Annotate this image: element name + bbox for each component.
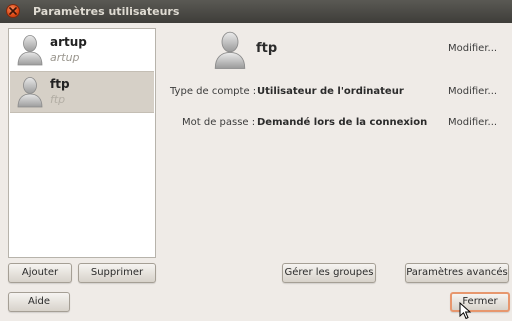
add-user-button[interactable]: Ajouter: [8, 263, 72, 283]
modify-account-type-link[interactable]: Modifier...: [448, 86, 497, 97]
window-title: Paramètres utilisateurs: [33, 5, 180, 18]
account-type-label: Type de compte :: [170, 86, 257, 97]
password-value: Demandé lors de la connexion: [257, 117, 428, 128]
delete-user-button[interactable]: Supprimer: [78, 263, 156, 283]
user-avatar-icon: [17, 77, 43, 108]
user-avatar-icon: [214, 31, 246, 69]
selected-user-name: ftp: [256, 41, 278, 56]
account-type-value: Utilisateur de l'ordinateur: [257, 86, 404, 97]
close-window-button[interactable]: [6, 4, 20, 18]
user-name: artup: [50, 35, 87, 49]
user-list-item[interactable]: artup artup: [10, 30, 154, 70]
modify-password-link[interactable]: Modifier...: [448, 117, 497, 128]
user-name: ftp: [50, 77, 70, 91]
user-login: artup: [50, 51, 80, 64]
user-avatar-icon: [17, 35, 43, 66]
title-bar[interactable]: Paramètres utilisateurs: [0, 0, 512, 23]
modify-name-link[interactable]: Modifier...: [448, 43, 497, 54]
user-list-item-selected[interactable]: ftp ftp: [10, 71, 154, 113]
advanced-settings-button[interactable]: Paramètres avancés: [405, 263, 509, 283]
manage-groups-button[interactable]: Gérer les groupes: [282, 263, 376, 283]
user-list[interactable]: artup artup ftp ftp: [8, 28, 156, 258]
password-label: Mot de passe :: [182, 117, 256, 128]
mouse-pointer-icon: [459, 302, 471, 320]
close-icon: [9, 7, 17, 15]
users-settings-window: Paramètres utilisateurs artup artup ftp …: [0, 0, 512, 321]
help-button[interactable]: Aide: [8, 292, 70, 312]
user-login: ftp: [50, 93, 66, 106]
